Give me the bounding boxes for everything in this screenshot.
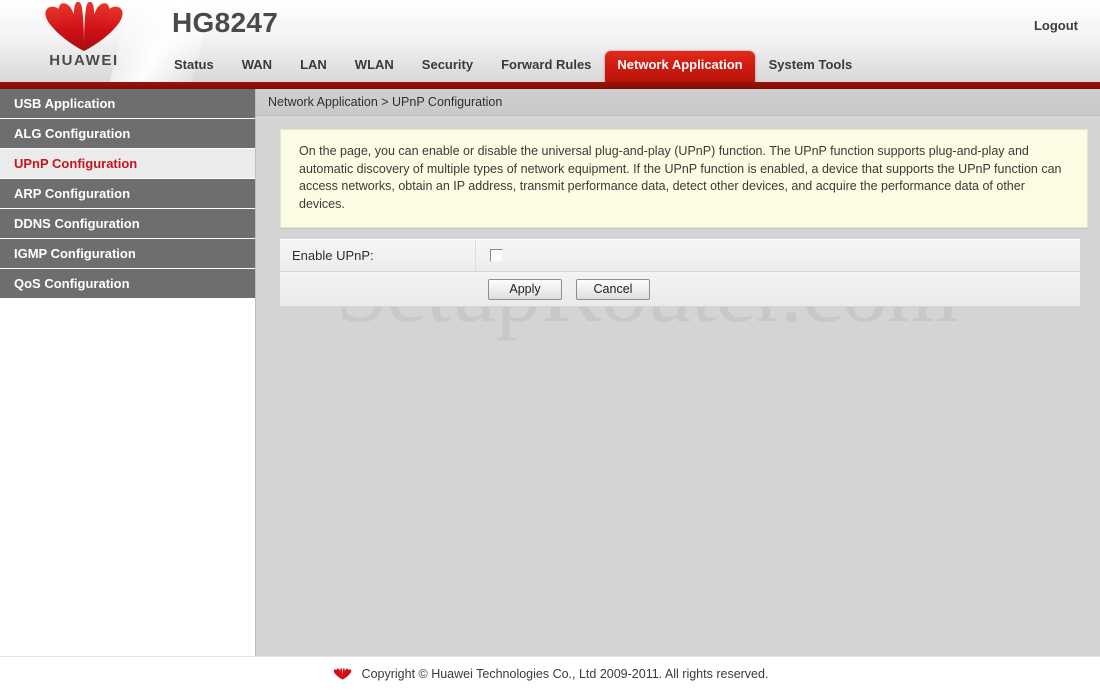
sidebar-item-ddns-configuration[interactable]: DDNS Configuration (0, 209, 255, 238)
info-description-box: On the page, you can enable or disable t… (280, 129, 1088, 228)
sidebar-item-upnp-configuration[interactable]: UPnP Configuration (0, 149, 255, 178)
tab-wlan[interactable]: WLAN (341, 51, 408, 82)
content-area: Network Application > UPnP Configuration… (256, 89, 1100, 656)
main-nav-tabs: Status WAN LAN WLAN Security Forward Rul… (160, 49, 866, 82)
enable-upnp-value-cell (476, 249, 1080, 262)
tab-security[interactable]: Security (408, 51, 487, 82)
sidebar-item-igmp-configuration[interactable]: IGMP Configuration (0, 239, 255, 268)
form-row-enable-upnp: Enable UPnP: (280, 240, 1080, 272)
enable-upnp-checkbox[interactable] (490, 249, 503, 262)
header-red-divider (0, 82, 1100, 89)
upnp-configuration-panel: On the page, you can enable or disable t… (256, 116, 1100, 307)
sidebar-item-arp-configuration[interactable]: ARP Configuration (0, 179, 255, 208)
sidebar-item-usb-application[interactable]: USB Application (0, 89, 255, 118)
page-header: HUAWEI HG8247 Logout Status WAN LAN WLAN… (0, 0, 1100, 82)
brand-wordmark: HUAWEI (49, 52, 119, 69)
page-footer: Copyright © Huawei Technologies Co., Ltd… (0, 656, 1100, 691)
tab-network-application[interactable]: Network Application (605, 51, 755, 82)
device-model-title: HG8247 (172, 7, 279, 38)
logout-button[interactable]: Logout (1034, 18, 1078, 33)
sidebar-nav: USB Application ALG Configuration UPnP C… (0, 89, 256, 656)
enable-upnp-label: Enable UPnP: (280, 240, 476, 271)
tab-system-tools[interactable]: System Tools (755, 51, 867, 82)
cancel-button[interactable]: Cancel (576, 278, 650, 300)
sidebar-item-alg-configuration[interactable]: ALG Configuration (0, 119, 255, 148)
router-admin-page: HUAWEI HG8247 Logout Status WAN LAN WLAN… (0, 0, 1100, 691)
page-body: USB Application ALG Configuration UPnP C… (0, 89, 1100, 656)
upnp-form: Enable UPnP: Apply Cancel (280, 239, 1080, 307)
tab-forward-rules[interactable]: Forward Rules (487, 51, 605, 82)
brand-logo: HUAWEI (14, 1, 154, 78)
sidebar-item-qos-configuration[interactable]: QoS Configuration (0, 269, 255, 298)
tab-lan[interactable]: LAN (286, 51, 341, 82)
apply-button[interactable]: Apply (488, 278, 562, 300)
tab-wan[interactable]: WAN (228, 51, 286, 82)
huawei-flower-logo-icon (332, 667, 353, 681)
breadcrumb: Network Application > UPnP Configuration (256, 89, 1100, 116)
copyright-text: Copyright © Huawei Technologies Co., Ltd… (361, 667, 769, 681)
form-actions-row: Apply Cancel (280, 272, 1080, 307)
tab-status[interactable]: Status (160, 51, 228, 82)
huawei-flower-logo-icon (38, 1, 130, 52)
